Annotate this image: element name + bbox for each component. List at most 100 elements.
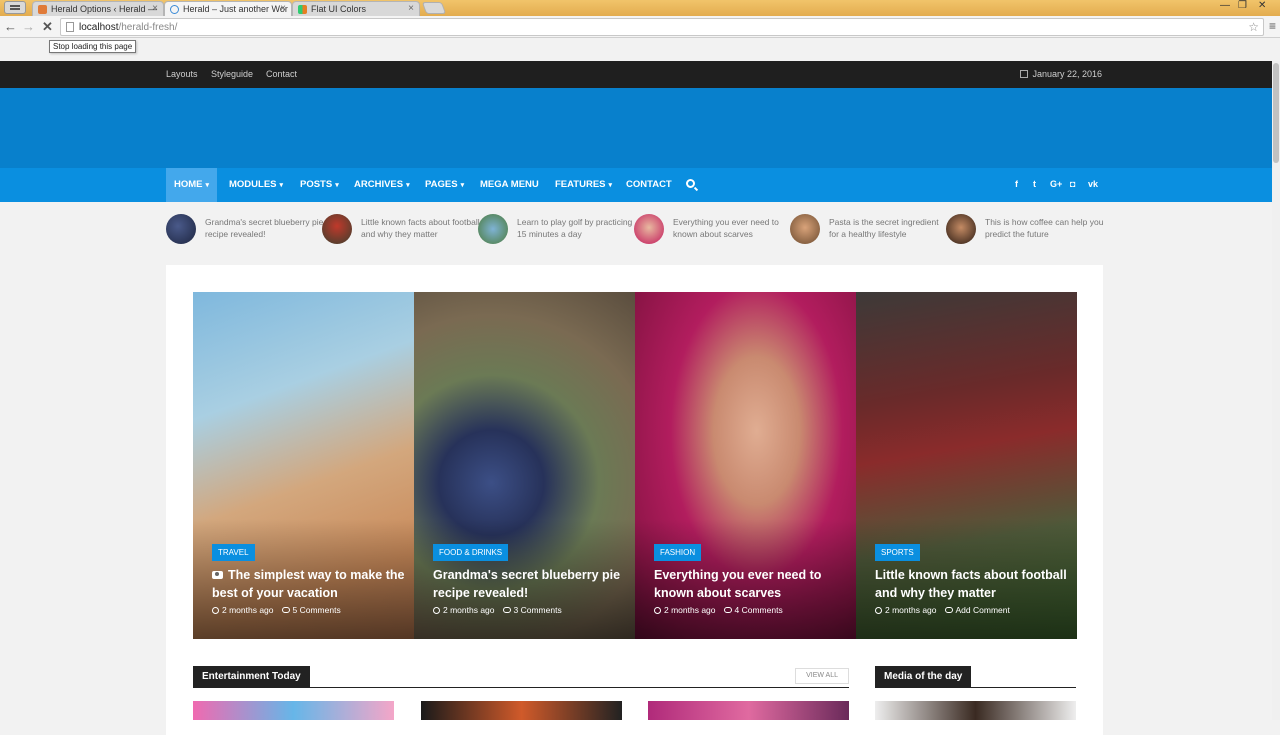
browser-toolbar: ← → ✕ localhost/herald-fresh/ ☆ ≡ <box>0 16 1280 38</box>
header-date: January 22, 2016 <box>1020 69 1102 79</box>
favicon-icon <box>38 5 47 14</box>
nav-features[interactable]: FEATURES ▾ <box>547 168 620 202</box>
new-tab-button[interactable] <box>421 2 447 14</box>
tab-title: Herald – Just another Wor <box>183 4 288 14</box>
url-text: localhost/herald-fresh/ <box>79 22 178 33</box>
clock-icon <box>654 607 661 614</box>
post-meta: 2 months ago Add Comment <box>875 605 1010 615</box>
featured-post-title[interactable]: Everything you ever need to known about … <box>654 566 849 602</box>
golf-thumbnail <box>478 214 508 244</box>
calendar-icon <box>1020 70 1029 78</box>
post-meta: 2 months ago 5 Comments <box>212 605 341 615</box>
stop-loading-icon[interactable]: ✕ <box>42 19 53 35</box>
tab-title: Flat UI Colors <box>311 4 367 14</box>
maximize-icon[interactable]: ❐ <box>1238 0 1247 11</box>
trending-title: Little known facts about football and wh… <box>361 217 480 239</box>
post-thumbnail[interactable] <box>421 701 622 720</box>
comment-icon <box>944 607 953 613</box>
pasta-thumbnail <box>790 214 820 244</box>
facebook-icon[interactable]: f <box>1015 179 1018 189</box>
page-scrollbar[interactable] <box>1272 61 1280 720</box>
featured-post-title[interactable]: Little known facts about football and wh… <box>875 566 1070 602</box>
featured-post[interactable]: FOOD & DRINKS Grandma's secret blueberry… <box>414 292 635 639</box>
post-thumbnail[interactable] <box>193 701 394 720</box>
tab-close-icon[interactable]: × <box>152 3 158 14</box>
comment-icon <box>281 607 290 613</box>
category-badge[interactable]: FOOD & DRINKS <box>433 544 509 561</box>
section-entertainment: Entertainment Today VIEW ALL <box>193 666 849 688</box>
media-thumbnail[interactable] <box>875 701 1076 720</box>
site-header <box>0 88 1272 168</box>
loading-spinner-icon <box>170 5 179 14</box>
scrollbar-thumb[interactable] <box>1273 63 1279 163</box>
site-top-bar: Layouts Styleguide Contact January 22, 2… <box>0 61 1272 88</box>
nav-home[interactable]: HOME ▾ <box>166 168 218 202</box>
tooltip: Stop loading this page <box>49 40 137 53</box>
browser-tab-herald-options[interactable]: Herald Options ‹ Herald — × <box>32 1 164 16</box>
featured-post-title[interactable]: The simplest way to make the best of you… <box>212 566 407 602</box>
post-thumbnail[interactable] <box>648 701 849 720</box>
camera-icon <box>212 571 223 579</box>
nav-pages[interactable]: PAGES ▾ <box>417 168 472 202</box>
football-thumbnail <box>322 214 352 244</box>
trending-title: Everything you ever need to known about … <box>673 217 779 239</box>
address-bar[interactable]: localhost/herald-fresh/ ☆ <box>60 18 1264 36</box>
minimize-icon[interactable]: — <box>1220 0 1230 11</box>
trending-posts: Grandma's secret blueberry pie recipe re… <box>166 214 1106 254</box>
category-badge[interactable]: SPORTS <box>875 544 920 561</box>
scarf-thumbnail <box>634 214 664 244</box>
comments-link[interactable]: 3 Comments <box>514 605 562 615</box>
chrome-menu-icon[interactable]: ≡ <box>1269 19 1276 33</box>
nav-modules[interactable]: MODULES ▾ <box>221 168 291 202</box>
bookmark-star-icon[interactable]: ☆ <box>1248 20 1259 34</box>
clock-icon <box>433 607 440 614</box>
tab-title: Herald Options ‹ Herald — <box>51 4 158 14</box>
view-all-button[interactable]: VIEW ALL <box>795 668 849 684</box>
nav-contact[interactable]: CONTACT <box>618 168 680 202</box>
nav-mega-menu[interactable]: MEGA MENU <box>472 168 547 202</box>
browser-tab-strip: Herald Options ‹ Herald — × Herald – Jus… <box>0 0 1280 16</box>
tab-close-icon[interactable]: × <box>408 3 414 14</box>
section-title: Media of the day <box>875 666 972 688</box>
trending-title: Learn to play golf by practicing 15 minu… <box>517 217 633 239</box>
featured-post[interactable]: SPORTS Little known facts about football… <box>856 292 1077 639</box>
nav-archives[interactable]: ARCHIVES ▾ <box>346 168 418 202</box>
featured-post[interactable]: TRAVEL The simplest way to make the best… <box>193 292 414 639</box>
comment-icon <box>723 607 732 613</box>
post-meta: 2 months ago 3 Comments <box>433 605 562 615</box>
browser-tab-herald[interactable]: Herald – Just another Wor × <box>164 1 292 16</box>
coffee-thumbnail <box>946 214 976 244</box>
comments-link[interactable]: 4 Comments <box>735 605 783 615</box>
category-badge[interactable]: TRAVEL <box>212 544 255 561</box>
page-icon <box>66 22 74 32</box>
clock-icon <box>212 607 219 614</box>
clock-icon <box>875 607 882 614</box>
vk-icon[interactable]: vk <box>1088 179 1098 189</box>
featured-post-title[interactable]: Grandma's secret blueberry pie recipe re… <box>433 566 628 602</box>
tab-close-icon[interactable]: × <box>280 3 286 14</box>
featured-post[interactable]: FASHION Everything you ever need to know… <box>635 292 856 639</box>
trending-title: Grandma's secret blueberry pie recipe re… <box>205 217 324 239</box>
topbar-link-layouts[interactable]: Layouts <box>166 69 198 79</box>
topbar-link-contact[interactable]: Contact <box>266 69 297 79</box>
close-window-icon[interactable]: ✕ <box>1258 0 1266 11</box>
browser-tab-flat-ui-colors[interactable]: Flat UI Colors × <box>292 1 420 16</box>
instagram-icon[interactable]: ◘ <box>1070 179 1075 189</box>
category-badge[interactable]: FASHION <box>654 544 702 561</box>
trending-title: Pasta is the secret ingredient for a hea… <box>829 217 939 239</box>
main-navigation: HOME ▾ MODULES ▾ POSTS ▾ ARCHIVES ▾ PAGES ▾ M… <box>0 168 1272 202</box>
nav-posts[interactable]: POSTS ▾ <box>292 168 347 202</box>
back-icon[interactable]: ← <box>4 19 17 34</box>
google-plus-icon[interactable]: G+ <box>1050 179 1062 189</box>
section-title: Entertainment Today <box>193 666 310 688</box>
trending-title: This is how coffee can help you predict … <box>985 217 1104 239</box>
comments-link[interactable]: Add Comment <box>956 605 1010 615</box>
forward-icon[interactable]: → <box>22 19 35 34</box>
topbar-link-styleguide[interactable]: Styleguide <box>211 69 253 79</box>
browser-menu-icon[interactable] <box>4 1 26 14</box>
search-icon[interactable] <box>686 179 695 188</box>
favicon-icon <box>298 5 307 14</box>
post-meta: 2 months ago 4 Comments <box>654 605 783 615</box>
comments-link[interactable]: 5 Comments <box>293 605 341 615</box>
twitter-icon[interactable]: t <box>1033 179 1036 189</box>
